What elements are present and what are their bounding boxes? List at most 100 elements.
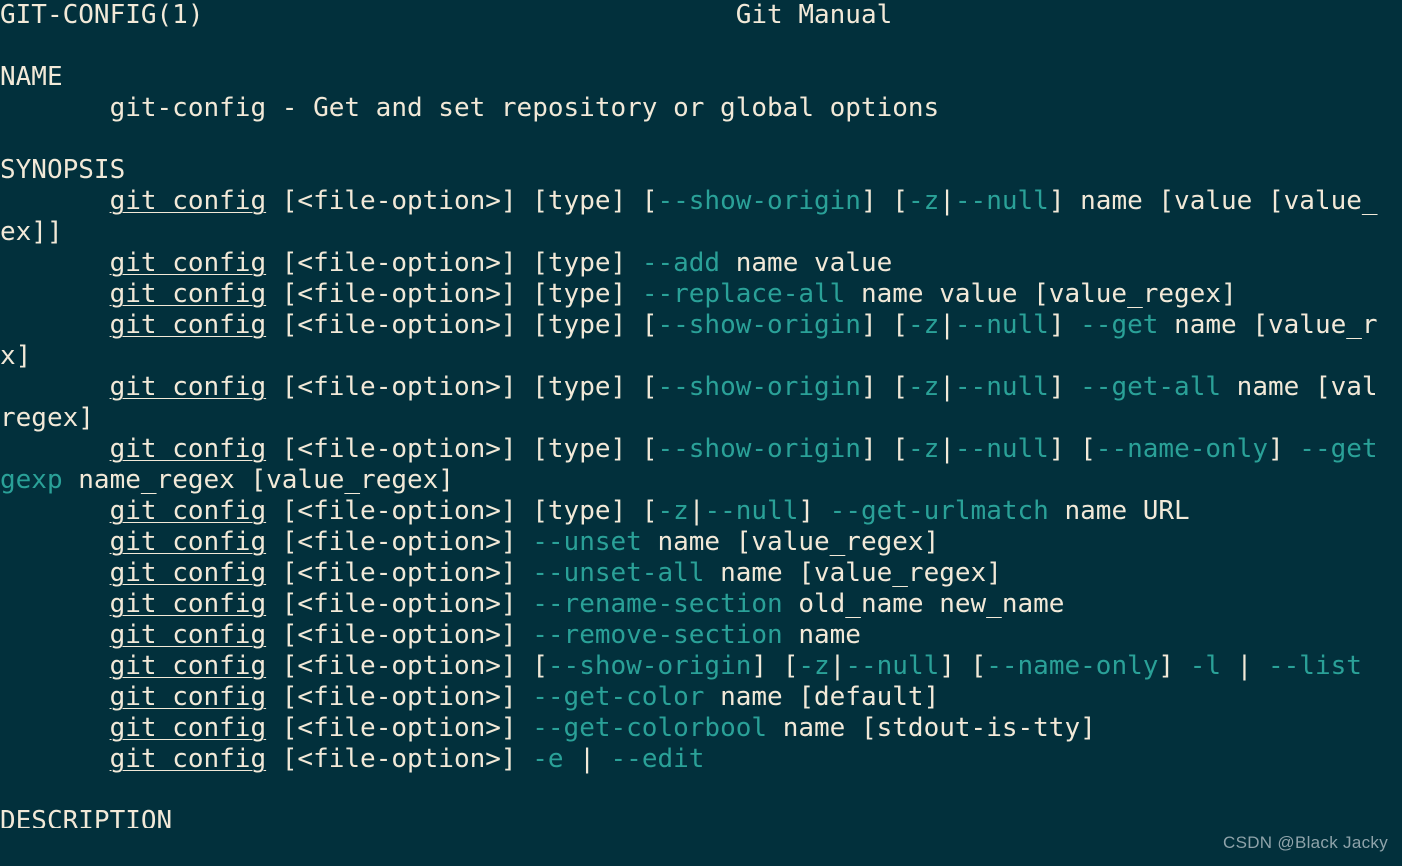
man-line-name-body: git-config - Get and set repository or g…	[0, 93, 1402, 124]
command-token: git config	[109, 372, 267, 402]
terminal-window[interactable]: GIT-CONFIG(1) Git Manual GIT-CONFIG(1) NA…	[0, 0, 1402, 866]
option-token: -z	[907, 186, 940, 216]
text-token: [<file-option>] [type]	[266, 279, 642, 309]
man-line-syn-5: git config [<file-option>] [type] [--sho…	[0, 372, 1402, 403]
option-token: -l	[1189, 651, 1222, 681]
man-line-syn-4: git config [<file-option>] [type] [--sho…	[0, 310, 1402, 341]
text-token: [<file-option>] [type] [	[266, 496, 658, 526]
command-token: git config	[109, 558, 267, 588]
man-line-syn-13: git config [<file-option>] --get-color n…	[0, 682, 1402, 713]
text-token: [<file-option>] [type] [	[266, 434, 658, 464]
text-token: ] [	[860, 434, 908, 464]
man-line-syn-11: git config [<file-option>] --remove-sect…	[0, 620, 1402, 651]
text-token: ] [	[751, 651, 799, 681]
text-token: git-config - Get and set repository or g…	[0, 93, 940, 123]
watermark-label: CSDN @Black Jacky	[1223, 833, 1388, 852]
man-page-viewport[interactable]: GIT-CONFIG(1) Git Manual GIT-CONFIG(1) NA…	[0, 0, 1402, 828]
command-token: git config	[109, 682, 267, 712]
man-line-syn-5-wrap: regex]	[0, 403, 1402, 434]
text-token: name value	[720, 248, 893, 278]
command-token: git config	[109, 713, 267, 743]
text-token: [<file-option>]	[266, 682, 533, 712]
option-token: --get-color	[532, 682, 705, 712]
text-token: |	[939, 372, 955, 402]
option-token: --get-urlmatch	[829, 496, 1049, 526]
option-token: --show-origin	[657, 310, 861, 340]
option-token: gexp	[0, 465, 63, 495]
text-token: name_regex [value_regex]	[62, 465, 454, 495]
text-token: [<file-option>] [	[266, 651, 548, 681]
text-token: name [stdout-is-tty]	[767, 713, 1096, 743]
option-token: --null	[704, 496, 799, 526]
text-token: x]	[0, 341, 32, 371]
text-token: |	[939, 310, 955, 340]
command-token: git config	[109, 248, 267, 278]
text-token: ]	[798, 496, 830, 526]
option-token: --show-origin	[657, 372, 861, 402]
option-token: --unset-all	[532, 558, 705, 588]
man-line-syn-12: git config [<file-option>] [--show-origi…	[0, 651, 1402, 682]
option-token: -e	[532, 744, 564, 774]
text-token: name [value_regex]	[704, 558, 1002, 588]
text-token: Git Manual	[735, 0, 893, 30]
option-token: --rename-section	[532, 589, 783, 619]
pager-status-bar: Manual page git-config(1) line 1 (press …	[0, 828, 1402, 866]
text-token: ] [	[1048, 434, 1096, 464]
man-line-syn-1: git config [<file-option>] [type] [--sho…	[0, 186, 1402, 217]
command-token: git config	[109, 496, 267, 526]
text-token: NAME	[0, 62, 63, 92]
text-token: ]	[1267, 434, 1300, 464]
option-token: -z	[907, 310, 940, 340]
command-token: git config	[109, 620, 267, 650]
command-token: git config	[109, 744, 267, 774]
text-token: old_name new_name	[782, 589, 1065, 619]
command-token: git config	[109, 310, 267, 340]
text-token: ] [	[860, 372, 908, 402]
text-token: ]	[1048, 310, 1081, 340]
text-token: [<file-option>]	[266, 527, 533, 557]
text-token: |	[829, 651, 846, 681]
option-token: --show-origin	[547, 651, 752, 681]
man-line-name-heading: NAME	[0, 62, 1402, 93]
option-token: --get	[1299, 434, 1378, 464]
option-token: --add	[641, 248, 721, 278]
text-token: [<file-option>]	[266, 620, 533, 650]
text-token: name value [value_regex]	[845, 279, 1237, 309]
text-token: ] name [value [value_	[1048, 186, 1378, 216]
text-token: ]	[1048, 372, 1081, 402]
option-token: --remove-section	[532, 620, 783, 650]
man-line-syn-15: git config [<file-option>] -e | --edit	[0, 744, 1402, 775]
option-token: --show-origin	[657, 434, 861, 464]
option-token: -z	[798, 651, 830, 681]
command-token: git config	[109, 527, 267, 557]
text-token: [<file-option>]	[266, 713, 533, 743]
text-token: name [default]	[704, 682, 940, 712]
command-token: git config	[109, 651, 267, 681]
option-token: --get	[1080, 310, 1159, 340]
option-token: -z	[907, 434, 940, 464]
text-token: name [value_regex]	[641, 527, 940, 557]
text-token: ] [	[860, 186, 908, 216]
option-token: --null	[954, 434, 1049, 464]
man-line-syn-7: git config [<file-option>] [type] [-z|--…	[0, 496, 1402, 527]
text-token: GIT-CONFIG(1)	[0, 0, 204, 30]
man-line-syn-8: git config [<file-option>] --unset name …	[0, 527, 1402, 558]
man-line-blank-1	[0, 31, 1402, 62]
option-token: --list	[1268, 651, 1362, 681]
text-token: |	[939, 434, 955, 464]
command-token: git config	[109, 186, 267, 216]
option-token: --replace-all	[641, 279, 846, 309]
text-token: regex]	[0, 403, 94, 433]
